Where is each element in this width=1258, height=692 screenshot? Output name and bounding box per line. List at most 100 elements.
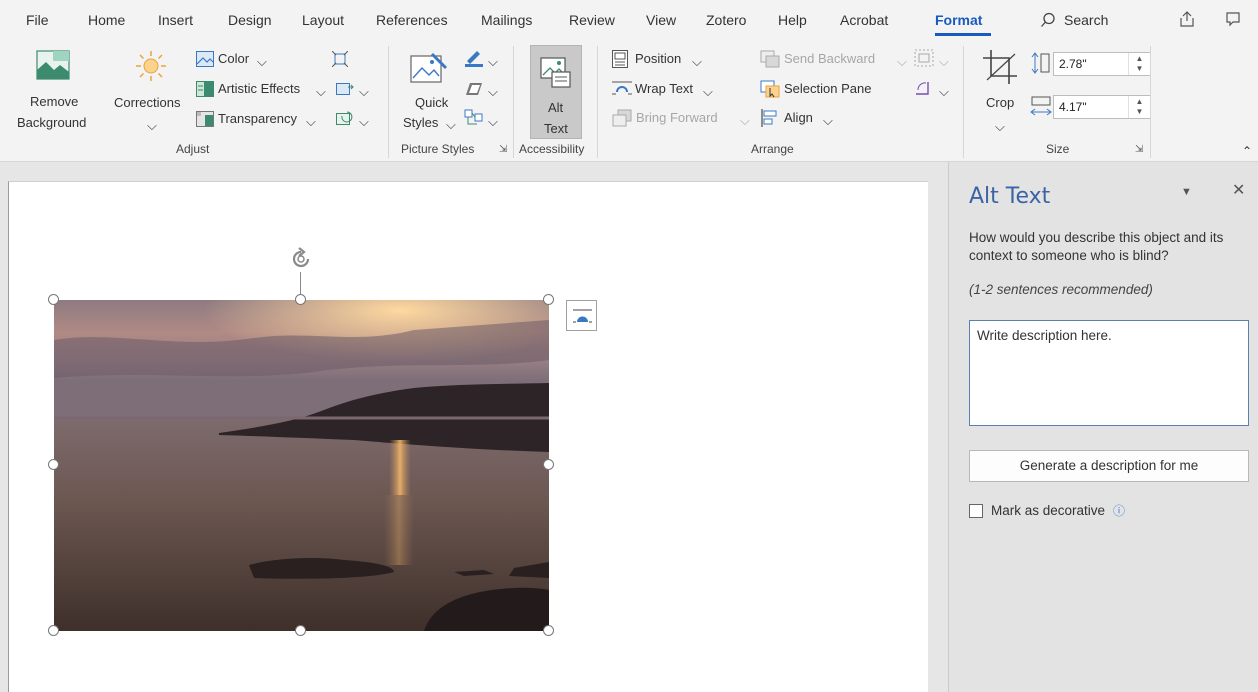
transparency-label: Transparency [218,111,297,126]
alt-text-pane: Alt Text ▼ ✕ How would you describe this… [948,162,1258,692]
send-backward-label: Send Backward [784,51,876,66]
send-backward-icon [760,50,780,68]
menu-design[interactable]: Design [228,12,272,28]
transparency-icon [196,111,214,127]
share-icon[interactable] [1176,10,1198,30]
align-label: Align [784,110,813,125]
group-separator [1150,46,1151,158]
menu-zotero[interactable]: Zotero [706,12,746,28]
shape-width-value: 4.17" [1059,100,1087,114]
menu-format[interactable]: Format [935,12,982,28]
menu-file[interactable]: File [26,12,49,28]
menu-layout[interactable]: Layout [302,12,344,28]
rotate-handle-icon[interactable] [288,246,314,272]
picture-layout-chevron-icon: ⌵ [488,114,498,129]
position-icon [612,50,628,68]
shape-width-field[interactable]: 4.17" ▲ ▼ [1053,95,1151,119]
menu-insert[interactable]: Insert [158,12,193,28]
position-chevron-icon: ⌵ [692,54,702,69]
group-separator [597,46,598,158]
accessibility-group-label: Accessibility [519,142,585,156]
corrections-chevron-icon: ⌵ [147,118,157,133]
resize-handle-bottom-right[interactable] [543,625,554,636]
size-dialog-launcher-icon[interactable]: ⇲ [1135,144,1143,155]
layout-options-icon [573,309,592,323]
reset-picture-icon[interactable] [336,111,354,127]
wrap-text-icon [612,81,632,95]
crop-chevron-icon: ⌵ [995,119,1005,134]
transparency-chevron-icon: ⌵ [306,114,316,129]
shape-height-icon [1031,52,1050,74]
layout-options-button[interactable] [566,300,597,331]
mark-as-decorative-label: Mark as decorative [991,503,1106,518]
shape-width-spinner[interactable]: ▲ ▼ [1128,96,1150,118]
send-backward-chevron-icon: ⌵ [897,54,907,69]
alt-text-label: Alt [548,100,564,115]
menu-mailings[interactable]: Mailings [481,12,532,28]
compress-pictures-icon[interactable] [332,51,348,67]
corrections-sun-icon [136,51,166,81]
alt-text-description-field[interactable]: Write description here. [969,320,1249,426]
search-box[interactable]: Search [1040,12,1108,28]
resize-handle-top-left[interactable] [48,294,59,305]
color-label: Color [218,51,250,66]
picture-effects-icon[interactable] [466,81,484,97]
shape-width-icon [1030,96,1052,116]
shape-height-field[interactable]: 2.78" ▲ ▼ [1053,52,1151,76]
artistic-effects-label: Artistic Effects [218,81,301,96]
menu-acrobat[interactable]: Acrobat [840,12,888,28]
menu-references[interactable]: References [376,12,448,28]
selection-pane-icon [760,80,780,98]
crop-icon [983,50,1017,84]
search-label: Search [1064,12,1109,28]
menu-home[interactable]: Home [88,12,125,28]
picture-styles-dialog-launcher-icon[interactable]: ⇲ [499,144,507,155]
menu-help[interactable]: Help [778,12,807,28]
adjust-group-label: Adjust [176,142,210,156]
active-tab-underline [935,33,991,36]
arrange-group-label: Arrange [751,142,794,156]
collapse-ribbon-icon[interactable]: ⌃ [1242,144,1252,158]
rotate-objects-icon[interactable] [914,80,934,96]
color-chevron-icon: ⌵ [257,54,267,69]
sunset-photo [54,300,549,631]
search-icon [1041,12,1055,27]
reset-picture-chevron-icon: ⌵ [359,114,369,129]
corrections-label: Corrections [114,95,181,110]
crop-label: Crop [986,95,1015,110]
change-picture-icon[interactable] [336,81,354,97]
comments-icon[interactable] [1222,10,1244,30]
resize-handle-middle-right[interactable] [543,459,554,470]
menu-view[interactable]: View [646,12,676,28]
info-icon[interactable]: ⓘ [1113,502,1125,519]
mark-as-decorative-checkbox[interactable] [969,503,983,518]
resize-handle-bottom-center[interactable] [295,625,306,636]
position-label: Position [635,51,682,66]
resize-handle-bottom-left[interactable] [48,625,59,636]
remove-background-label: Remove [30,94,79,109]
alt-text-icon [540,57,571,88]
picture-border-icon[interactable] [464,49,484,67]
pane-title: Alt Text [969,184,1051,209]
selected-picture[interactable] [54,300,549,631]
shape-height-spinner[interactable]: ▲ ▼ [1128,53,1150,75]
artistic-effects-chevron-icon: ⌵ [316,84,326,99]
picture-layout-icon[interactable] [464,109,484,127]
resize-handle-top-right[interactable] [543,294,554,305]
resize-handle-top-center[interactable] [295,294,306,305]
pane-close-icon[interactable]: ✕ [1232,180,1245,200]
quick-styles-label: Quick [415,95,449,110]
group-separator [513,46,514,158]
resize-handle-middle-left[interactable] [48,459,59,470]
group-separator [388,46,389,158]
generate-description-button[interactable]: Generate a description for me [969,450,1249,482]
remove-background-icon [36,50,70,80]
mark-as-decorative-row[interactable]: Mark as decorative ⓘ [969,502,1125,519]
group-objects-chevron-icon: ⌵ [939,54,949,69]
pane-options-chevron-icon[interactable]: ▼ [1181,186,1192,198]
menu-review[interactable]: Review [569,12,615,28]
bring-forward-icon [612,109,632,127]
alt-text-button[interactable]: Alt Text [530,45,582,139]
selection-pane-label: Selection Pane [784,81,872,96]
rotate-objects-chevron-icon: ⌵ [939,84,949,99]
